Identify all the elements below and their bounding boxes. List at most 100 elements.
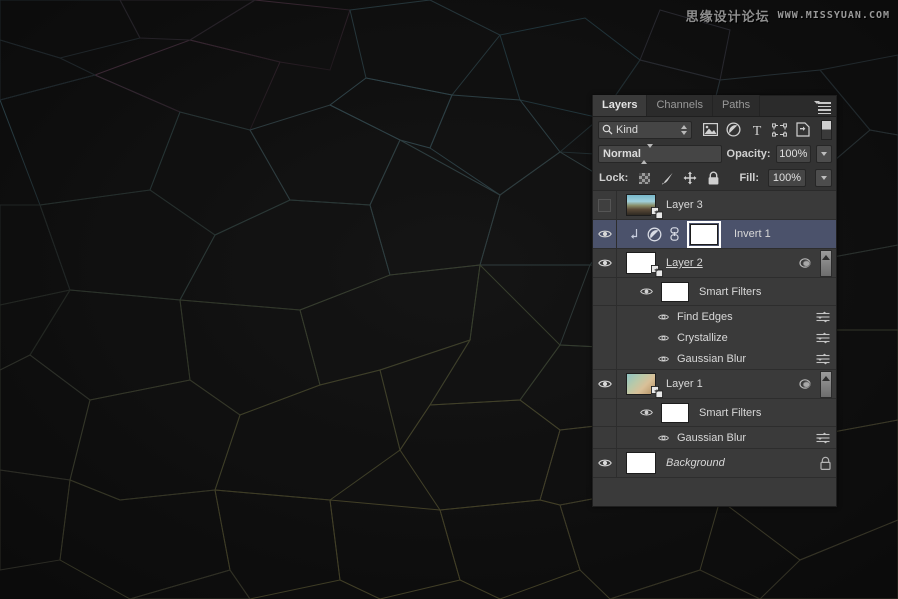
eye-icon[interactable] bbox=[657, 313, 669, 321]
list-item[interactable]: Gaussian Blur bbox=[593, 348, 836, 370]
layer-3-name: Layer 3 bbox=[666, 199, 703, 211]
lock-position-icon[interactable] bbox=[683, 170, 697, 186]
panel-tab-strip: Layers Channels Paths bbox=[593, 95, 836, 117]
table-row[interactable]: Background bbox=[593, 449, 836, 478]
smart-filter-effects-icon[interactable] bbox=[798, 255, 814, 271]
indent-spacer bbox=[593, 306, 617, 327]
table-row[interactable]: Layer 2 bbox=[593, 249, 836, 278]
shape-layer-filter-icon[interactable] bbox=[769, 120, 790, 140]
invert-1-visibility-cell[interactable] bbox=[593, 220, 617, 248]
layer-3-thumbnail[interactable] bbox=[626, 194, 663, 219]
blend-mode-select[interactable]: Normal bbox=[598, 144, 722, 164]
eye-off-icon[interactable] bbox=[598, 198, 611, 212]
layer-2-thumbnail[interactable] bbox=[626, 252, 663, 277]
filter-settings-icon[interactable] bbox=[816, 432, 830, 444]
filter-kind-select[interactable]: Kind bbox=[598, 120, 692, 139]
lock-transparent-pixels-icon[interactable] bbox=[637, 170, 651, 186]
invert-1-name: Invert 1 bbox=[734, 228, 771, 240]
layer-filter-row: Kind T bbox=[593, 117, 836, 142]
indent-spacer bbox=[593, 427, 617, 448]
table-row[interactable]: Layer 1 bbox=[593, 370, 836, 399]
blend-mode-value: Normal bbox=[603, 148, 641, 160]
eye-icon[interactable] bbox=[597, 379, 612, 389]
lock-label: Lock: bbox=[599, 172, 629, 184]
layer-1-name: Layer 1 bbox=[666, 378, 703, 390]
fill-label: Fill: bbox=[739, 172, 759, 184]
layer-1-right-icons bbox=[798, 370, 836, 398]
opacity-label: Opacity: bbox=[726, 148, 771, 160]
eye-icon[interactable] bbox=[597, 458, 612, 468]
tab-layers[interactable]: Layers bbox=[593, 95, 648, 116]
invert-adjustment-icon[interactable] bbox=[647, 227, 662, 242]
filter-kind-stepper-icon[interactable] bbox=[681, 124, 687, 135]
panel-menu-icon[interactable] bbox=[814, 100, 831, 114]
table-row[interactable]: Layer 3 bbox=[593, 191, 836, 220]
clipping-mask-icon bbox=[629, 228, 639, 240]
mask-link-icon[interactable] bbox=[669, 227, 680, 241]
svg-text:T: T bbox=[752, 124, 761, 137]
list-item[interactable]: Smart Filters bbox=[593, 399, 836, 427]
layer-2-right-icons bbox=[798, 249, 836, 277]
layer-2-visibility-cell[interactable] bbox=[593, 249, 617, 277]
list-item[interactable]: Smart Filters bbox=[593, 278, 836, 306]
filter-type-icons: T bbox=[700, 120, 813, 140]
smart-filters-mask-thumbnail[interactable] bbox=[661, 281, 689, 302]
smart-object-filter-icon[interactable] bbox=[792, 120, 813, 140]
watermark: 思缘设计论坛 WWW.MISSYUAN.COM bbox=[686, 6, 890, 25]
filter-settings-icon[interactable] bbox=[816, 311, 830, 323]
fill-input[interactable]: 100% bbox=[768, 169, 806, 187]
eye-icon[interactable] bbox=[657, 434, 669, 442]
eye-icon[interactable] bbox=[639, 408, 653, 417]
table-row[interactable]: Invert 1 bbox=[593, 220, 836, 249]
eye-icon[interactable] bbox=[597, 258, 612, 268]
smart-object-badge-icon bbox=[651, 207, 663, 219]
layer-2-collapse-toggle[interactable] bbox=[820, 249, 832, 277]
smart-filter-effects-icon[interactable] bbox=[798, 376, 814, 392]
list-item[interactable]: Crystallize bbox=[593, 327, 836, 348]
filter-settings-icon[interactable] bbox=[816, 353, 830, 365]
list-item[interactable]: Find Edges bbox=[593, 306, 836, 327]
background-right-icons bbox=[819, 449, 836, 477]
layer-3-visibility-cell[interactable] bbox=[593, 191, 617, 219]
smart-object-badge-icon bbox=[651, 265, 663, 277]
layer-1-visibility-cell[interactable] bbox=[593, 370, 617, 398]
indent-spacer bbox=[593, 348, 617, 369]
smart-filters-mask-thumbnail[interactable] bbox=[661, 402, 689, 423]
search-icon bbox=[602, 124, 613, 135]
smart-filters-label: Smart Filters bbox=[699, 285, 762, 298]
adjustment-layer-filter-icon[interactable] bbox=[723, 120, 744, 140]
filter-enable-toggle[interactable] bbox=[821, 119, 832, 140]
background-thumbnail[interactable] bbox=[626, 452, 656, 474]
eye-icon[interactable] bbox=[657, 334, 669, 342]
watermark-cn-text: 思缘设计论坛 bbox=[685, 10, 770, 25]
opacity-input[interactable]: 100% bbox=[775, 145, 812, 163]
eye-icon[interactable] bbox=[657, 355, 669, 363]
layer-1-thumbnail[interactable] bbox=[626, 373, 663, 398]
smart-filters-label: Smart Filters bbox=[699, 406, 762, 419]
filter-name-gaussian-blur: Gaussian Blur bbox=[677, 352, 747, 365]
background-visibility-cell[interactable] bbox=[593, 449, 617, 477]
indent-spacer bbox=[593, 278, 617, 305]
lock-image-pixels-icon[interactable] bbox=[660, 170, 674, 186]
layer-1-collapse-toggle[interactable] bbox=[820, 370, 832, 398]
list-item[interactable]: Gaussian Blur bbox=[593, 427, 836, 449]
filter-name-find-edges: Find Edges bbox=[677, 310, 733, 323]
eye-icon[interactable] bbox=[639, 287, 653, 296]
filter-settings-icon[interactable] bbox=[816, 332, 830, 344]
invert-1-mask-thumbnail[interactable] bbox=[687, 220, 721, 248]
layer-2-name[interactable]: Layer 2 bbox=[666, 257, 703, 269]
opacity-dropdown-icon[interactable] bbox=[816, 145, 832, 163]
indent-spacer bbox=[593, 399, 617, 426]
eye-icon[interactable] bbox=[597, 229, 612, 239]
fill-dropdown-icon[interactable] bbox=[815, 169, 832, 187]
watermark-url-text: WWW.MISSYUAN.COM bbox=[777, 10, 890, 21]
tab-channels[interactable]: Channels bbox=[647, 95, 713, 116]
layer-list[interactable]: Layer 3 Invert 1 Layer 2 Smart Filters F… bbox=[593, 190, 836, 506]
tab-paths[interactable]: Paths bbox=[712, 95, 761, 116]
type-layer-filter-icon[interactable]: T bbox=[746, 120, 767, 140]
blend-mode-stepper-icon[interactable] bbox=[640, 144, 653, 164]
layer-list-empty-space bbox=[593, 478, 836, 506]
lock-all-icon[interactable] bbox=[706, 170, 720, 186]
locked-icon bbox=[819, 456, 832, 470]
pixel-layer-filter-icon[interactable] bbox=[700, 120, 721, 140]
